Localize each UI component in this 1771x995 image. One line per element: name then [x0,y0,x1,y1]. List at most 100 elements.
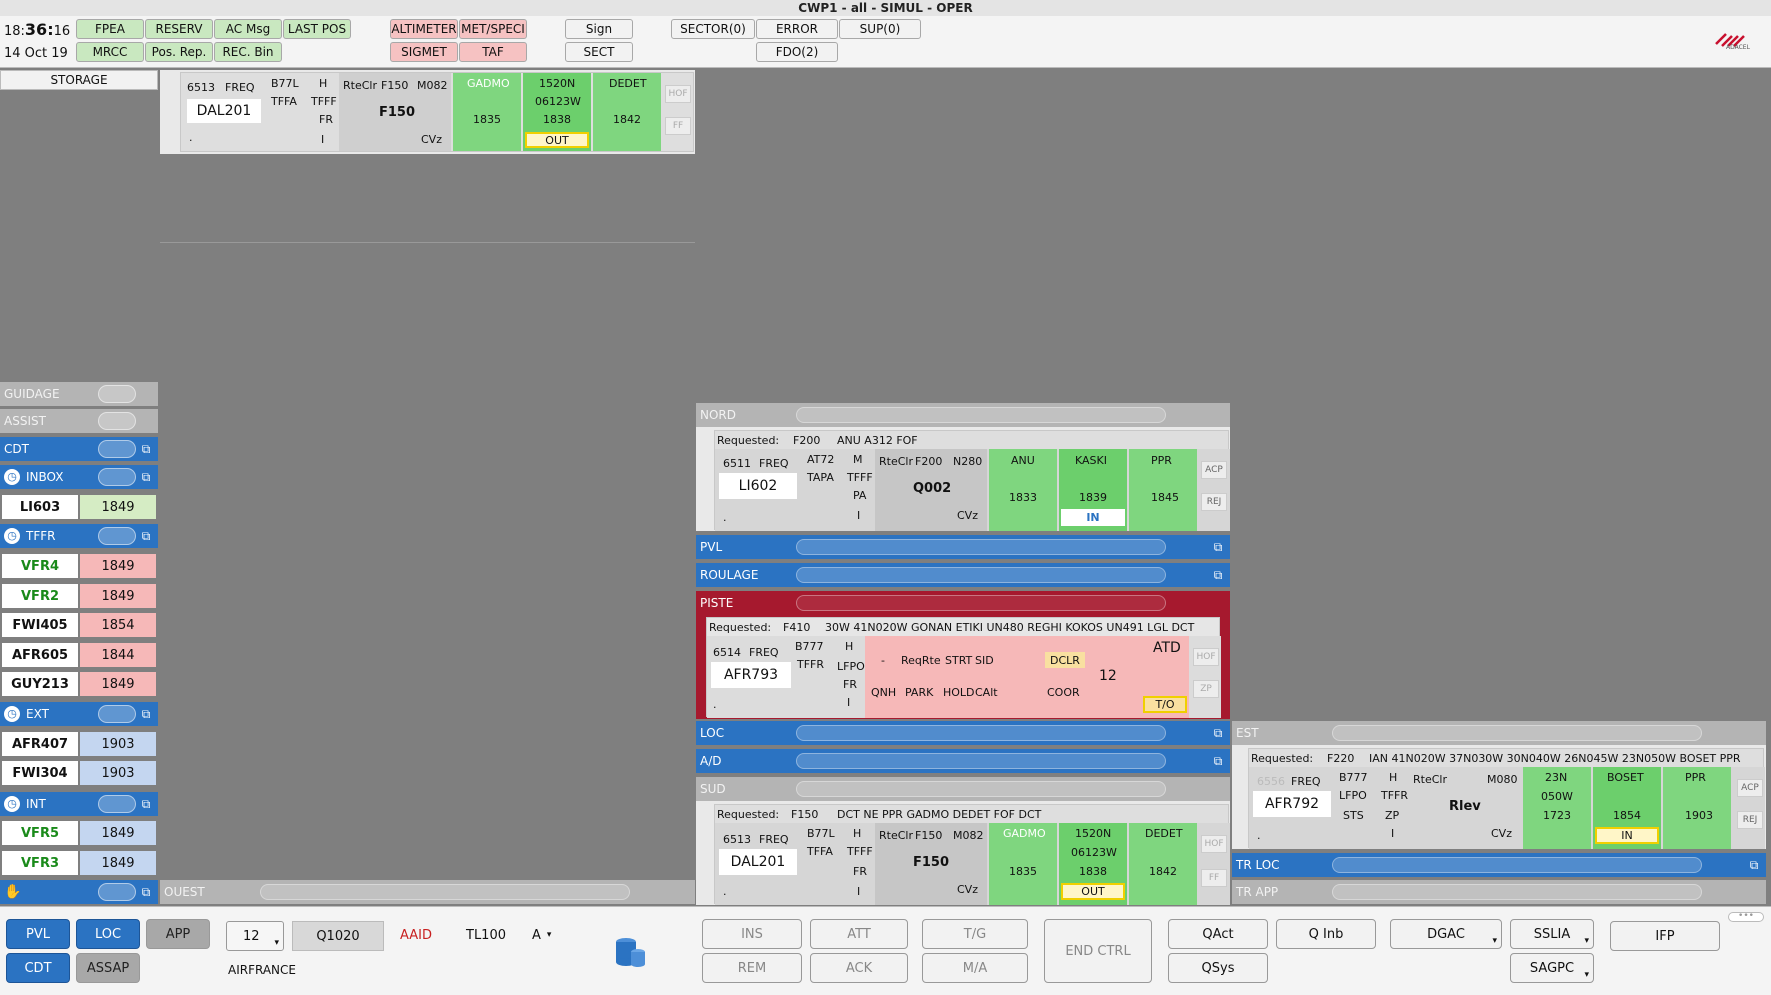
list-item-fwi304[interactable]: FWI304 1903 [0,760,158,786]
stack-icon[interactable]: ⧉ [1210,726,1226,740]
ext-bar[interactable]: ◷ EXT ⧉ [0,702,158,726]
piste-strip-afr793[interactable]: Requested: F410 30W 41N020W GONAN ETIKI … [706,617,1221,718]
est-bay[interactable]: EST [1232,721,1766,745]
ff-button[interactable]: FF [1201,869,1227,887]
end-ctrl-button[interactable]: END CTRL [1044,919,1152,983]
acp-button[interactable]: ACP [1201,461,1227,479]
list-item-vfr3[interactable]: VFR3 1849 [0,850,158,876]
stack-icon[interactable]: ⧉ [138,442,154,456]
att-button[interactable]: ATT [810,919,908,949]
assist-bar[interactable]: ASSIST [0,409,158,433]
int-bar[interactable]: ◷ INT ⧉ [0,792,158,816]
loc-bay[interactable]: LOC ⧉ [696,721,1230,745]
ac-msg-button[interactable]: AC Msg [214,19,282,39]
rej-button[interactable]: REJ [1201,493,1227,511]
sigmet-button[interactable]: SIGMET [390,42,458,62]
runway-select[interactable]: 12 ▾ [226,921,284,951]
last-pos-button[interactable]: LAST POS [283,19,351,39]
takeoff-status[interactable]: T/O [1143,696,1187,713]
list-item-afr605[interactable]: AFR605 1844 [0,642,158,668]
dclr-field[interactable]: DCLR [1045,652,1085,668]
strip-callsign[interactable]: AFR793 [711,662,791,688]
qact-button[interactable]: QAct [1168,919,1268,949]
list-item-vfr4[interactable]: VFR4 1849 [0,553,158,579]
cdt-button[interactable]: CDT [6,953,70,983]
met-speci-button[interactable]: MET/SPECI [459,19,527,39]
pos-rep-button[interactable]: Pos. Rep. [145,42,213,62]
zp-button[interactable]: ZP [1193,680,1219,698]
inbox-bar[interactable]: ◷ INBOX ⧉ [0,465,158,489]
app-button[interactable]: APP [146,919,210,949]
sagpc-select[interactable]: SAGPC ▾ [1510,953,1594,983]
roulage-bay[interactable]: ROULAGE ⧉ [696,563,1230,587]
stack-icon[interactable]: ⧉ [138,797,154,811]
qsys-button[interactable]: QSys [1168,953,1268,983]
altimeter-button[interactable]: ALTIMETER [390,19,458,39]
dgac-select[interactable]: DGAC ▾ [1390,919,1502,949]
sslia-select[interactable]: SSLIA ▾ [1510,919,1594,949]
list-item-vfr2[interactable]: VFR2 1849 [0,583,158,609]
ad-bay[interactable]: A/D ⧉ [696,749,1230,773]
ma-button[interactable]: M/A [922,953,1028,983]
stack-icon[interactable]: ⧉ [138,707,154,721]
rej-button[interactable]: REJ [1737,811,1763,829]
rec-bin-button[interactable]: REC. Bin [214,42,282,62]
hand-bar[interactable]: ✋ ⧉ [0,880,158,904]
sect-button[interactable]: SECT [565,42,633,62]
nord-strip-li602[interactable]: Requested: F200 ANU A312 FOF 6511 FREQ L… [714,430,1230,531]
stack-icon[interactable]: ⧉ [138,529,154,543]
hand-icon[interactable]: ✋ [4,884,21,900]
reserv-button[interactable]: RESERV [145,19,213,39]
piste-bay[interactable]: PISTE [696,591,1230,615]
rem-button[interactable]: REM [702,953,802,983]
guidage-bar[interactable]: GUIDAGE [0,382,158,406]
ifp-button[interactable]: IFP [1610,921,1720,951]
fix2-status[interactable]: OUT [1061,883,1125,900]
tr-app-bay[interactable]: TR APP [1232,880,1766,904]
fix2-status[interactable]: IN [1061,509,1125,526]
storage-strip-dal201[interactable]: 6513 FREQ DAL201 . B77L H TFFA TFFF FR I… [180,72,694,152]
mode-select[interactable]: A ▾ [532,924,562,946]
loc-button[interactable]: LOC [76,919,140,949]
ins-button[interactable]: INS [702,919,802,949]
stack-icon[interactable]: ⧉ [138,470,154,484]
qinb-button[interactable]: Q Inb [1276,919,1376,949]
list-item-afr407[interactable]: AFR407 1903 [0,731,158,757]
list-item-guy213[interactable]: GUY213 1849 [0,671,158,697]
stack-icon[interactable]: ⧉ [1210,754,1226,768]
strip-callsign[interactable]: DAL201 [187,99,261,123]
strip-callsign[interactable]: LI602 [719,473,797,499]
list-item-vfr5[interactable]: VFR5 1849 [0,820,158,846]
fix2-status[interactable]: IN [1595,827,1659,844]
list-item-fwi405[interactable]: FWI405 1854 [0,612,158,638]
tffr-bar[interactable]: ◷ TFFR ⧉ [0,524,158,548]
cdt-bar[interactable]: CDT ⧉ [0,437,158,461]
sup-button[interactable]: SUP(0) [839,19,921,39]
hof-button[interactable]: HOF [1201,835,1227,853]
stack-icon[interactable]: ⧉ [138,885,154,899]
strip-callsign[interactable]: AFR792 [1253,791,1331,817]
hof-button[interactable]: HOF [1193,648,1219,666]
tg-button[interactable]: T/G [922,919,1028,949]
pvl-bay[interactable]: PVL ⧉ [696,535,1230,559]
est-strip-afr792[interactable]: Requested: F220 IAN 41N020W 37N030W 30N0… [1248,748,1765,849]
strip-callsign[interactable]: DAL201 [719,849,797,875]
more-icon[interactable]: ••• [1728,912,1764,922]
tr-loc-bay[interactable]: TR LOC ⧉ [1232,853,1766,877]
stack-icon[interactable]: ⧉ [1210,540,1226,554]
mrcc-button[interactable]: MRCC [76,42,144,62]
sector-button[interactable]: SECTOR(0) [671,19,755,39]
sud-bay[interactable]: SUD [696,777,1230,801]
list-item-li603[interactable]: LI603 1849 [0,494,158,520]
ouest-bay[interactable]: OUEST [160,880,695,904]
taf-button[interactable]: TAF [459,42,527,62]
acp-button[interactable]: ACP [1737,779,1763,797]
sud-strip-dal201[interactable]: Requested: F150 DCT NE PPR GADMO DEDET F… [714,804,1230,905]
database-icon[interactable] [612,934,648,970]
stack-icon[interactable]: ⧉ [1210,568,1226,582]
nord-bay[interactable]: NORD [696,403,1230,427]
error-button[interactable]: ERROR [756,19,838,39]
stack-icon[interactable]: ⧉ [1746,858,1762,872]
assap-button[interactable]: ASSAP [76,953,140,983]
sign-button[interactable]: Sign [565,19,633,39]
